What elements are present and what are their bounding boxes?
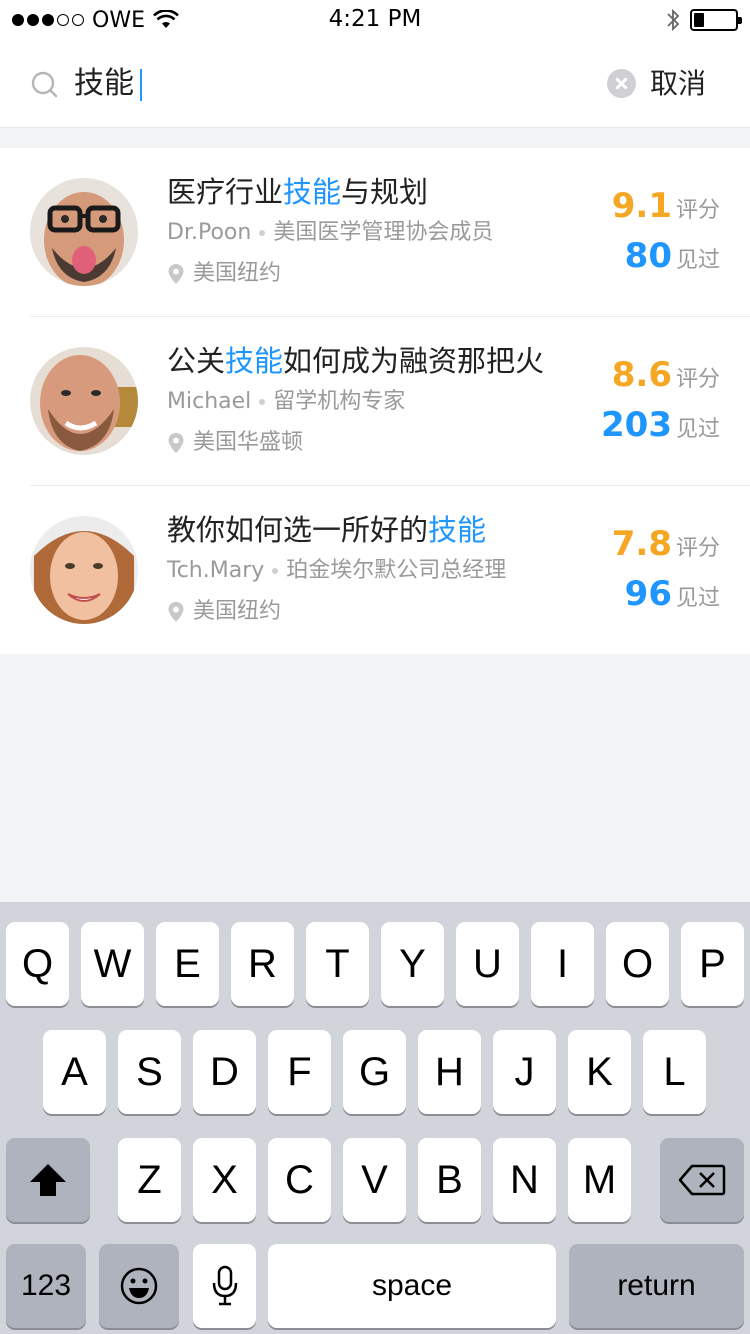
- numbers-key[interactable]: 123: [6, 1244, 86, 1328]
- key-x[interactable]: X: [193, 1138, 256, 1222]
- result-author: Tch.Mary 珀金埃尔默公司总经理: [167, 554, 506, 588]
- result-title: 公关技能如何成为融资那把火: [167, 344, 545, 378]
- score: 7.8 评分: [611, 524, 720, 564]
- key-n[interactable]: N: [493, 1138, 556, 1222]
- key-c[interactable]: C: [268, 1138, 331, 1222]
- return-key[interactable]: return: [569, 1244, 744, 1328]
- key-g[interactable]: G: [343, 1030, 406, 1114]
- space-key[interactable]: space: [268, 1244, 556, 1328]
- text-caret: [140, 68, 142, 101]
- score: 8.6 评分: [611, 355, 720, 395]
- result-title: 医疗行业技能与规划: [167, 175, 429, 209]
- microphone-key[interactable]: [193, 1244, 256, 1328]
- search-bar: 技能 取消: [0, 40, 750, 128]
- key-r[interactable]: R: [231, 922, 294, 1006]
- key-b[interactable]: B: [418, 1138, 481, 1222]
- result-item[interactable]: 公关技能如何成为融资那把火 Michael 留学机构专家 美国华盛顿 8.6 评分 …: [0, 317, 750, 486]
- author-role: 珀金埃尔默公司总经理: [286, 558, 507, 583]
- keyboard: Q W E R T Y U I O P A S D F G H J K L Z …: [0, 902, 750, 1334]
- seen-count: 96 见过: [624, 574, 720, 614]
- author-name: Michael: [167, 389, 252, 414]
- status-time: 4:21 PM: [328, 6, 422, 32]
- key-h[interactable]: H: [418, 1030, 481, 1114]
- author-role: 留学机构专家: [273, 389, 406, 414]
- location-pin-icon: [168, 433, 184, 453]
- location-pin-icon: [168, 602, 184, 622]
- backspace-icon: [678, 1164, 726, 1196]
- battery-icon: [690, 9, 742, 31]
- result-location: 美国纽约: [167, 595, 281, 629]
- emoji-key[interactable]: [99, 1244, 179, 1328]
- result-item[interactable]: 医疗行业技能与规划 Dr.Poon 美国医学管理协会成员 美国纽约 9.1 评分 8…: [0, 148, 750, 317]
- search-input[interactable]: 技能: [74, 62, 142, 106]
- key-d[interactable]: D: [193, 1030, 256, 1114]
- avatar: [30, 178, 138, 286]
- location-text: 美国华盛顿: [193, 430, 304, 455]
- search-query: 技能: [74, 66, 134, 101]
- key-j[interactable]: J: [493, 1030, 556, 1114]
- delete-key[interactable]: [660, 1138, 744, 1222]
- key-v[interactable]: V: [343, 1138, 406, 1222]
- key-i[interactable]: I: [531, 922, 594, 1006]
- key-o[interactable]: O: [606, 922, 669, 1006]
- key-m[interactable]: M: [568, 1138, 631, 1222]
- clear-icon[interactable]: [607, 69, 636, 98]
- key-w[interactable]: W: [81, 922, 144, 1006]
- microphone-icon: [212, 1265, 237, 1306]
- key-z[interactable]: Z: [118, 1138, 181, 1222]
- key-l[interactable]: L: [643, 1030, 706, 1114]
- key-q[interactable]: Q: [6, 922, 69, 1006]
- key-y[interactable]: Y: [381, 922, 444, 1006]
- avatar: [30, 347, 138, 455]
- shift-icon: [30, 1164, 66, 1196]
- search-icon: [31, 71, 58, 98]
- seen-count: 80 见过: [624, 236, 720, 276]
- status-bar-right: [666, 8, 742, 32]
- battery-level: [694, 13, 704, 27]
- status-bar: OWE 4:21 PM: [0, 0, 750, 40]
- result-author: Michael 留学机构专家: [167, 385, 405, 419]
- seen-count: 203 见过: [601, 405, 720, 445]
- shift-key[interactable]: [6, 1138, 90, 1222]
- cancel-button[interactable]: 取消: [650, 64, 706, 104]
- result-location: 美国华盛顿: [167, 426, 303, 460]
- key-f[interactable]: F: [268, 1030, 331, 1114]
- location-text: 美国纽约: [193, 599, 282, 624]
- author-name: Tch.Mary: [167, 558, 265, 583]
- key-p[interactable]: P: [681, 922, 744, 1006]
- bluetooth-icon: [667, 8, 680, 32]
- result-item[interactable]: 教你如何选一所好的技能 Tch.Mary 珀金埃尔默公司总经理 美国纽约 7.8 评…: [0, 486, 750, 655]
- avatar: [30, 516, 138, 624]
- key-u[interactable]: U: [456, 922, 519, 1006]
- score: 9.1 评分: [611, 186, 720, 226]
- result-author: Dr.Poon 美国医学管理协会成员: [167, 216, 493, 250]
- author-role: 美国医学管理协会成员: [273, 220, 494, 245]
- key-t[interactable]: T: [306, 922, 369, 1006]
- key-a[interactable]: A: [43, 1030, 106, 1114]
- key-e[interactable]: E: [156, 922, 219, 1006]
- emoji-icon: [120, 1267, 158, 1305]
- result-location: 美国纽约: [167, 257, 281, 291]
- author-name: Dr.Poon: [167, 220, 252, 245]
- result-list: 医疗行业技能与规划 Dr.Poon 美国医学管理协会成员 美国纽约 9.1 评分 8…: [0, 148, 750, 654]
- key-s[interactable]: S: [118, 1030, 181, 1114]
- key-k[interactable]: K: [568, 1030, 631, 1114]
- location-pin-icon: [168, 264, 184, 284]
- location-text: 美国纽约: [193, 261, 282, 286]
- result-title: 教你如何选一所好的技能: [167, 513, 487, 547]
